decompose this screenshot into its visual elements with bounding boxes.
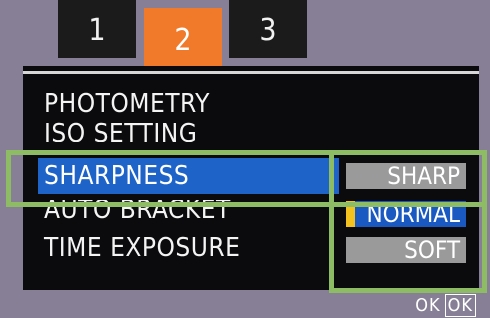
tab-1[interactable]: 1 — [58, 0, 136, 58]
tab-2[interactable]: 2 — [144, 8, 222, 68]
option-normal[interactable]: NORMAL — [346, 201, 466, 227]
option-soft[interactable]: SOFT — [346, 237, 466, 263]
menu-item-auto-bracket[interactable]: AUTO BRACKET — [44, 200, 231, 226]
panel-divider — [23, 71, 479, 74]
tab-3[interactable]: 3 — [229, 0, 307, 58]
ok-button[interactable]: OK — [444, 294, 476, 317]
tab-bar: 1 2 3 — [0, 0, 490, 68]
ok-hint-label: OK — [415, 295, 441, 316]
menu-item-sharpness[interactable]: SHARPNESS — [38, 158, 339, 194]
menu-item-time-exposure[interactable]: TIME EXPOSURE — [44, 230, 240, 266]
ok-hint: OK OK — [415, 294, 476, 317]
option-sharp[interactable]: SHARP — [346, 163, 466, 189]
camera-menu-screen: 1 2 3 PHOTOMETRY ISO SETTING SHARPNESS A… — [0, 0, 490, 318]
menu-item-iso-setting[interactable]: ISO SETTING — [44, 116, 197, 142]
